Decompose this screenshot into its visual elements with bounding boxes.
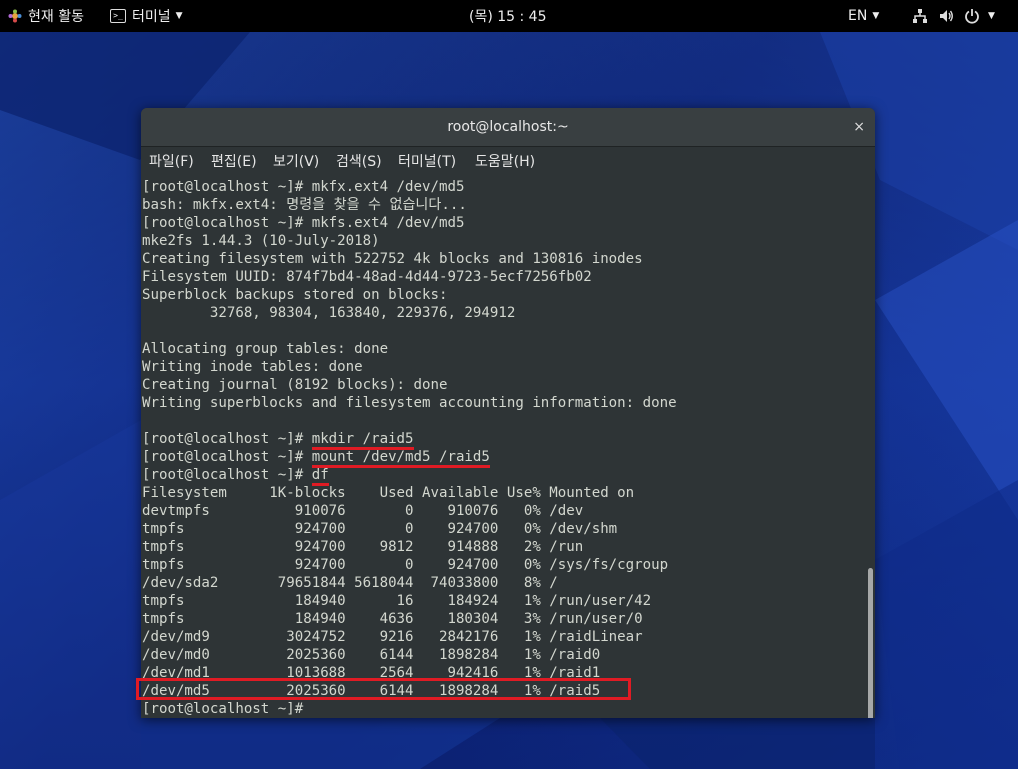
menu-terminal[interactable]: 터미널(T) (398, 147, 456, 177)
terminal-command-line: [root@localhost ~]# df (142, 466, 329, 486)
terminal-line: Filesystem 1K-blocks Used Available Use%… (142, 485, 635, 501)
terminal-line: Superblock backups stored on blocks: (142, 287, 448, 303)
menu-view[interactable]: 보기(V) (273, 147, 319, 177)
close-icon[interactable]: × (853, 108, 865, 146)
app-menu-terminal[interactable]: >_ 터미널 ▼ (110, 0, 183, 32)
chevron-down-icon: ▼ (175, 11, 183, 21)
shell-prompt: [root@localhost ~]# (142, 467, 312, 483)
menu-edit[interactable]: 편집(E) (211, 147, 257, 177)
terminal-line: Allocating group tables: done (142, 341, 389, 357)
terminal-line: [root@localhost ~]# mkfs.ext4 /dev/md5 (142, 215, 465, 231)
language-label: EN (848, 8, 868, 24)
terminal-command-line: [root@localhost ~]# mkdir /raid5 (142, 430, 414, 450)
top-panel: 현재 활동 >_ 터미널 ▼ (목) 15 : 45 EN ▼ ▼ (0, 0, 1018, 32)
underlined-command: mount /dev/md5 /raid5 (311, 449, 490, 468)
menu-bar: 파일(F) 편집(E) 보기(V) 검색(S) 터미널(T) 도움말(H) (141, 147, 875, 177)
window-titlebar[interactable]: root@localhost:~ × (141, 108, 875, 147)
terminal-line: [root@localhost ~]# mkfx.ext4 /dev/md5 (142, 179, 465, 195)
terminal-line: bash: mkfx.ext4: 명령을 찾을 수 없습니다... (142, 197, 467, 213)
app-menu-label: 터미널 (132, 9, 171, 25)
shell-prompt: [root@localhost ~]# (142, 449, 312, 465)
terminal-app-icon: >_ (110, 9, 126, 23)
terminal-line: /dev/sda2 79651844 5618044 74033800 8% / (142, 575, 558, 591)
clock[interactable]: (목) 15 : 45 (469, 0, 547, 32)
chevron-down-icon: ▼ (988, 11, 995, 21)
terminal-line: Creating filesystem with 522752 4k block… (142, 251, 643, 267)
terminal-line: /dev/md9 3024752 9216 2842176 1% /raidLi… (142, 629, 643, 645)
network-icon (912, 8, 928, 24)
menu-search[interactable]: 검색(S) (336, 147, 382, 177)
terminal-line: Filesystem UUID: 874f7bd4-48ad-4d44-9723… (142, 269, 592, 285)
terminal-line: mke2fs 1.44.3 (10-July-2018) (142, 233, 380, 249)
terminal-line: 32768, 98304, 163840, 229376, 294912 (142, 305, 516, 321)
scrollbar-thumb[interactable] (868, 568, 873, 718)
terminal-output[interactable]: [root@localhost ~]# mkfx.ext4 /dev/md5 ba… (141, 177, 867, 718)
terminal-line: tmpfs 924700 0 924700 0% /sys/fs/cgroup (142, 557, 669, 573)
language-selector[interactable]: EN ▼ (848, 0, 879, 32)
window-title: root@localhost:~ (447, 119, 569, 135)
terminal-line: tmpfs 924700 9812 914888 2% /run (142, 539, 584, 555)
terminal-line: devtmpfs 910076 0 910076 0% /dev (142, 503, 584, 519)
activities-label: 현재 활동 (28, 9, 84, 25)
terminal-line: Creating journal (8192 blocks): done (142, 377, 448, 393)
menu-file[interactable]: 파일(F) (149, 147, 194, 177)
menu-help[interactable]: 도움말(H) (475, 147, 535, 177)
volume-icon (938, 8, 954, 24)
shell-prompt: [root@localhost ~]# (142, 431, 312, 447)
clock-label: (목) 15 : 45 (469, 9, 547, 25)
activities-button[interactable]: 현재 활동 (8, 0, 84, 32)
terminal-window: root@localhost:~ × 파일(F) 편집(E) 보기(V) 검색(… (141, 108, 875, 718)
terminal-command-line: [root@localhost ~]# mount /dev/md5 /raid… (142, 448, 490, 468)
terminal-line: tmpfs 184940 16 184924 1% /run/user/42 (142, 593, 652, 609)
terminal-line: [root@localhost ~]# (142, 701, 312, 717)
highlight-box-md5-row (136, 678, 631, 700)
chevron-down-icon: ▼ (872, 11, 880, 21)
terminal-line: Writing superblocks and filesystem accou… (142, 395, 677, 411)
scrollbar[interactable] (867, 177, 875, 718)
terminal-line: tmpfs 184940 4636 180304 3% /run/user/0 (142, 611, 643, 627)
activities-icon (8, 9, 22, 23)
power-icon (964, 8, 980, 24)
terminal-line: tmpfs 924700 0 924700 0% /dev/shm (142, 521, 618, 537)
terminal-line: /dev/md0 2025360 6144 1898284 1% /raid0 (142, 647, 601, 663)
system-menu[interactable]: ▼ (912, 0, 995, 32)
terminal-line: Writing inode tables: done (142, 359, 363, 375)
